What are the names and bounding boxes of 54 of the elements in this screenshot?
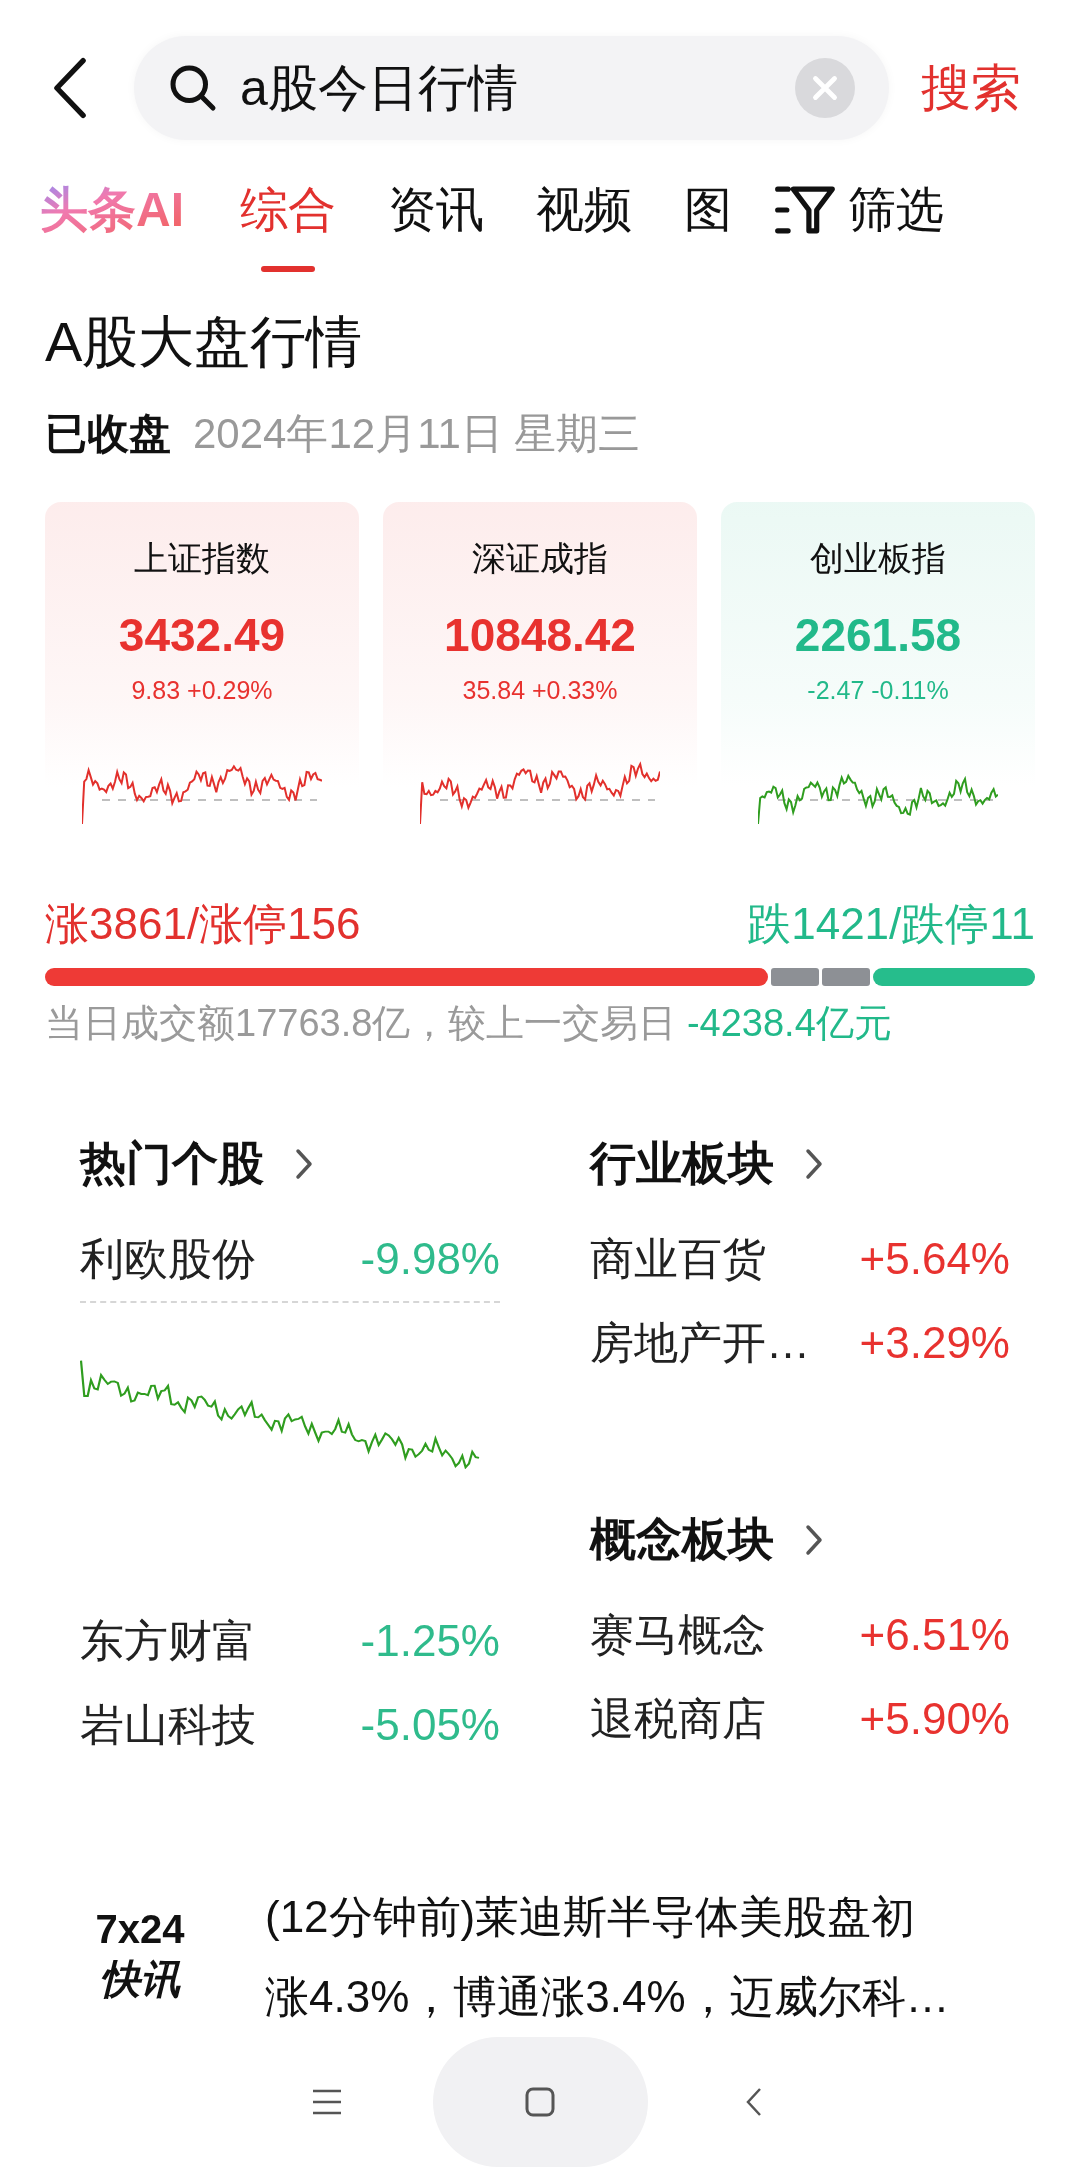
search-field[interactable]: a股今日行情 [134, 36, 889, 140]
index-change: -2.47 -0.11% [807, 676, 949, 705]
stock-change: -9.98% [360, 1234, 500, 1284]
tab[interactable]: 综合 [240, 180, 336, 272]
list-title[interactable]: 热门个股 [80, 1133, 264, 1195]
section-title: A股大盘行情 [45, 309, 364, 375]
search-input[interactable]: a股今日行情 [240, 59, 795, 117]
sector-change: +5.90% [859, 1694, 1010, 1744]
stock-name[interactable]: 利欧股份 [80, 1229, 256, 1289]
index-change: 35.84 +0.33% [462, 676, 618, 705]
chevron-icon[interactable] [804, 1147, 824, 1181]
stock-change: -5.05% [360, 1700, 500, 1750]
list-title[interactable]: 概念板块 [590, 1509, 774, 1571]
stock-name[interactable]: 东方财富 [80, 1611, 256, 1671]
square-icon [524, 2086, 556, 2118]
news-headline[interactable]: (12分钟前)莱迪斯半导体美股盘初涨4.3%，博通涨3.4%，迈威尔科… [265, 1877, 955, 2037]
sector-change: +6.51% [859, 1610, 1010, 1660]
sector-change: +3.29% [859, 1318, 1010, 1368]
turnover-change: -4238.4亿元 [686, 1002, 892, 1044]
search-icon [168, 63, 218, 113]
sector-name[interactable]: 赛马概念 [590, 1605, 766, 1665]
index-value: 2261.58 [794, 608, 962, 662]
index-value: 10848.42 [444, 608, 636, 662]
index-change: 9.83 +0.29% [131, 676, 273, 705]
search-button[interactable]: 搜索 [921, 54, 1021, 122]
filter-icon[interactable] [774, 184, 836, 236]
sector-name[interactable]: 商业百货 [590, 1229, 766, 1289]
stock-name[interactable]: 岩山科技 [80, 1695, 256, 1755]
filter-tab[interactable]: 筛选 [848, 180, 944, 272]
flat-segment [821, 968, 870, 986]
sector-name[interactable]: 退税商店 [590, 1689, 766, 1749]
index-value: 3432.49 [118, 608, 286, 662]
tab[interactable]: 视频 [536, 180, 632, 272]
flat-segment [770, 968, 819, 986]
turnover-text: 当日成交额17763.8亿，较上一交易日 [45, 1002, 678, 1044]
chevron-icon[interactable] [294, 1147, 314, 1181]
fall-count: 跌1421/跌停11 [747, 898, 1035, 950]
logo-text: 7x24 [95, 1907, 185, 1952]
index-name: 深证成指 [472, 538, 608, 579]
index-name: 上证指数 [134, 538, 270, 579]
date-text: 2024年12月11日 星期三 [193, 409, 641, 459]
sector-name[interactable]: 房地产开… [590, 1313, 810, 1373]
tab[interactable]: 图 [684, 180, 732, 272]
index-name: 创业板指 [810, 538, 946, 579]
rise-count: 涨3861/涨停156 [45, 898, 361, 950]
market-status: 已收盘 [45, 409, 171, 459]
tab[interactable]: 资讯 [388, 180, 484, 272]
stock-row[interactable]: 利欧股份 -9.98% [80, 1217, 500, 1303]
back-icon[interactable] [52, 57, 88, 119]
chevron-icon[interactable] [804, 1523, 824, 1557]
logo-text: 快讯 [100, 1956, 180, 2003]
list-title[interactable]: 行业板块 [590, 1133, 774, 1195]
sector-change: +5.64% [859, 1234, 1010, 1284]
stock-change: -1.25% [360, 1616, 500, 1666]
